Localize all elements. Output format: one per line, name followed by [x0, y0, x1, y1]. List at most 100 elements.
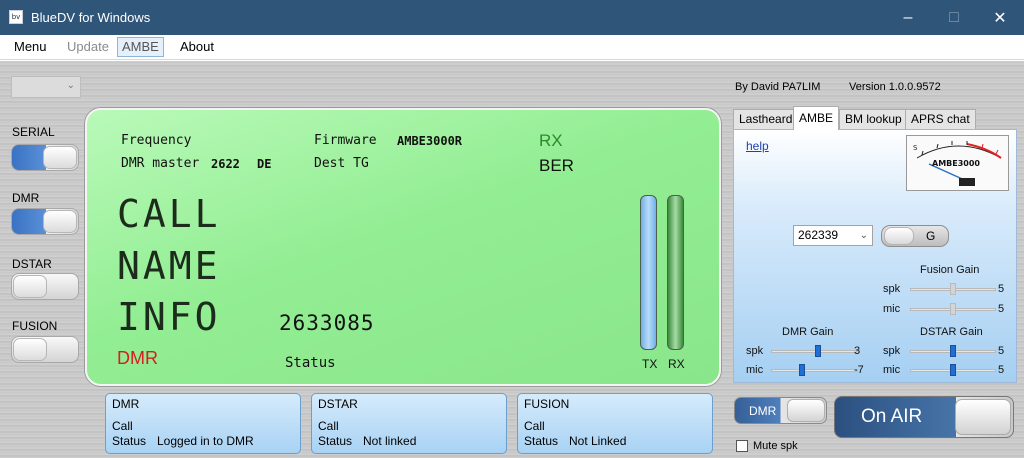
master-value: 2622 — [211, 157, 240, 171]
dstar-mic-slider[interactable] — [910, 364, 996, 376]
fusion-gain-title: Fusion Gain — [920, 264, 980, 276]
slider-thumb[interactable] — [815, 345, 821, 357]
dstar-gain-title: DSTAR Gain — [920, 326, 983, 338]
chevron-down-icon: ⌄ — [859, 230, 868, 241]
author-byline: By David PA7LIM — [735, 81, 821, 93]
app-icon: bv — [9, 10, 23, 24]
vu-meter: S AMBE3000 — [906, 135, 1009, 191]
dmr-mode-toggle[interactable]: DMR — [734, 397, 827, 424]
mute-spk-label: Mute spk — [753, 440, 798, 452]
toggle-knob — [13, 338, 47, 361]
main-panel: ⌄ SERIAL DMR DSTAR FUSION Frequency Firm… — [0, 61, 1024, 458]
toggle-knob — [13, 275, 47, 298]
dstar-toggle[interactable] — [11, 273, 79, 300]
dmr-mic-value: -7 — [854, 364, 864, 376]
toggle-knob — [955, 399, 1011, 435]
fusion-spk-slider[interactable] — [910, 283, 996, 295]
slider-thumb[interactable] — [799, 364, 805, 376]
close-button[interactable]: ✕ — [977, 0, 1023, 35]
menu-item-about[interactable]: About — [176, 39, 218, 57]
tab-ambe[interactable]: AMBE — [793, 106, 840, 130]
slider-track — [771, 350, 857, 353]
master-label: DMR master — [121, 156, 200, 171]
title-bar: bv BlueDV for Windows – □ ✕ — [0, 0, 1024, 35]
slider-thumb[interactable] — [950, 303, 956, 315]
box-status-value: Logged in to DMR — [157, 434, 254, 448]
menu-item-update[interactable]: Update — [63, 39, 113, 57]
slider-thumb[interactable] — [950, 283, 956, 295]
g-toggle[interactable]: G — [881, 225, 949, 247]
dstar-mic-label: mic — [883, 364, 901, 376]
box-title: DMR — [112, 397, 140, 411]
info-display: INFO — [117, 295, 221, 339]
toggle-knob — [884, 227, 914, 245]
slider-thumb[interactable] — [950, 364, 956, 376]
dstar-spk-label: spk — [883, 345, 901, 357]
dstar-label: DSTAR — [12, 257, 52, 271]
tx-bar-label: TX — [642, 357, 658, 371]
menu-item-menu[interactable]: Menu — [10, 39, 51, 57]
toggle-knob — [43, 210, 77, 233]
id-display: 2633085 — [279, 311, 375, 335]
mute-spk-checkbox[interactable]: Mute spk — [736, 440, 798, 453]
tab-bm-lookup[interactable]: BM lookup — [839, 109, 908, 129]
help-link[interactable]: help — [746, 139, 769, 153]
rx-bar-label: RX — [668, 357, 685, 371]
dstar-mic-value: 5 — [998, 364, 1005, 376]
fusion-spk-value: 5 — [998, 283, 1005, 295]
fusion-mic-slider[interactable] — [910, 303, 996, 315]
tab-aprs-chat[interactable]: APRS chat — [905, 109, 976, 129]
menu-item-ambe[interactable]: AMBE — [117, 37, 164, 57]
talkgroup-combo[interactable]: 262339 ⌄ — [793, 225, 873, 246]
slider-track — [771, 369, 857, 372]
box-status-label: Status — [318, 434, 353, 448]
dmr-spk-label: spk — [746, 345, 764, 357]
tab-lastheard[interactable]: Lastheard — [733, 109, 799, 129]
lcd-display: Frequency Firmware AMBE3000R RX DMR mast… — [85, 108, 721, 386]
checkbox-icon[interactable] — [736, 440, 748, 453]
dstar-spk-slider[interactable] — [910, 345, 996, 357]
box-call-label: Call — [112, 419, 133, 433]
minimize-button[interactable]: – — [885, 0, 931, 35]
fusion-mic-value: 5 — [998, 303, 1005, 315]
rx-level-bar — [667, 195, 684, 350]
dest-tg-label: Dest TG — [314, 156, 369, 171]
dmr-spk-slider[interactable] — [771, 345, 857, 357]
tx-level-bar — [640, 195, 657, 350]
box-status-value: Not Linked — [569, 434, 627, 448]
box-call-label: Call — [524, 419, 545, 433]
fusion-label: FUSION — [12, 319, 58, 333]
dmr-mic-label: mic — [746, 364, 764, 376]
fusion-spk-label: spk — [883, 283, 901, 295]
dmr-toggle[interactable] — [11, 208, 79, 235]
dstar-info-box: DSTAR Call Status Not linked — [311, 393, 507, 454]
box-title: FUSION — [524, 397, 570, 411]
dstar-spk-value: 5 — [998, 345, 1005, 357]
box-status-value: Not linked — [363, 434, 417, 448]
dmr-gain-title: DMR Gain — [782, 326, 834, 338]
meter-label: AMBE3000 — [932, 159, 980, 168]
name-display: NAME — [117, 244, 221, 288]
g-label: G — [926, 229, 936, 243]
dmr-mic-slider[interactable] — [771, 364, 857, 376]
fusion-mic-label: mic — [883, 303, 901, 315]
on-air-toggle[interactable]: On AIR — [834, 396, 1014, 438]
fusion-toggle[interactable] — [11, 336, 79, 363]
dmr-spk-value: 3 — [854, 345, 861, 357]
chevron-down-icon: ⌄ — [66, 80, 75, 91]
slider-thumb[interactable] — [950, 345, 956, 357]
device-combo[interactable]: ⌄ — [11, 76, 81, 98]
toggle-knob — [787, 399, 825, 422]
box-title: DSTAR — [318, 397, 358, 411]
master-suffix: DE — [257, 157, 272, 171]
svg-text:S: S — [913, 144, 918, 152]
maximize-button[interactable]: □ — [931, 0, 977, 35]
window-title: BlueDV for Windows — [31, 10, 151, 25]
serial-toggle[interactable] — [11, 144, 79, 171]
ambe-panel: help S AMBE3000 262339 ⌄ G Fusion Gain s… — [733, 129, 1017, 383]
dmr-label: DMR — [12, 191, 40, 205]
menu-bar: Menu Update AMBE About — [0, 35, 1024, 60]
call-display: CALL — [117, 192, 221, 236]
box-status-label: Status — [112, 434, 147, 448]
mode-indicator: DMR — [117, 348, 158, 368]
